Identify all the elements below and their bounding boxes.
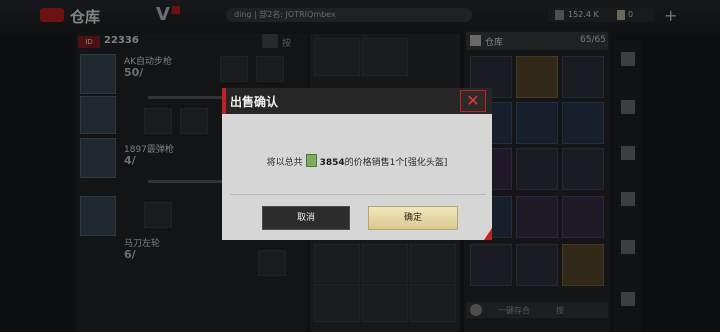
sell-price: 3854 (319, 158, 345, 168)
confirm-button[interactable]: 确定 (368, 206, 458, 230)
sell-message: 将以总共 3854的价格销售1个[强化头盔] (222, 154, 492, 168)
close-icon[interactable]: ✕ (460, 90, 486, 112)
cash-icon (305, 154, 317, 167)
cancel-button[interactable]: 取消 (262, 206, 350, 230)
dialog-title: 出售确认 (230, 95, 279, 109)
message-suffix: 的价格销售1个[强化头盔] (344, 158, 448, 168)
message-prefix: 将以总共 (266, 158, 303, 168)
corner-accent (484, 228, 492, 240)
divider (230, 194, 486, 195)
